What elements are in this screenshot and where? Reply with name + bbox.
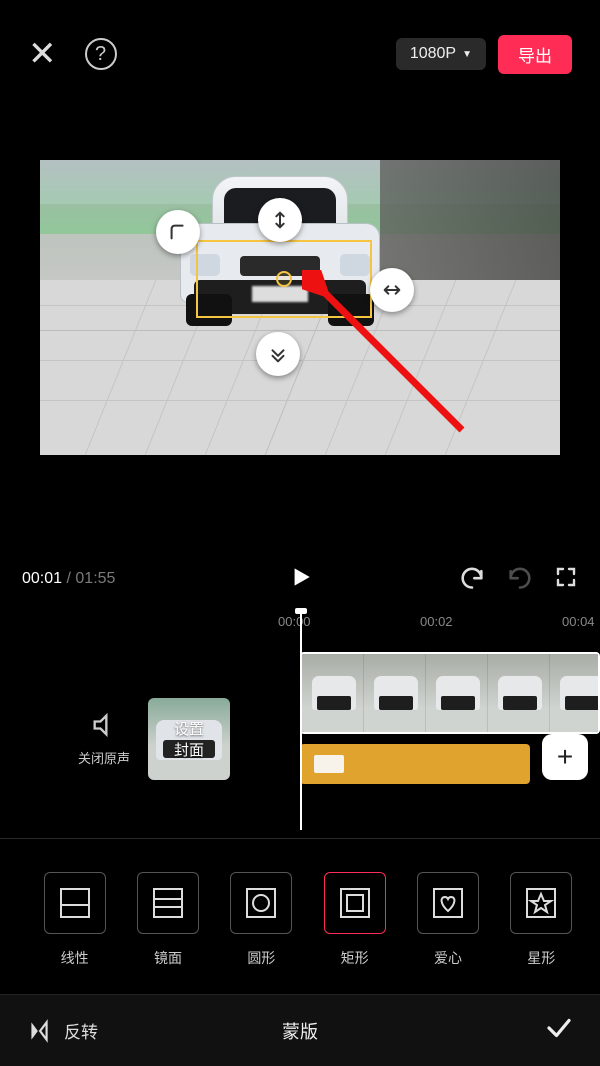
close-button[interactable]: ✕ [28,37,57,71]
mask-horizontal-handle[interactable] [370,268,414,312]
mask-shape-heart[interactable] [417,872,479,934]
mute-label: 关闭原声 [78,748,130,767]
divider [0,838,600,839]
playhead[interactable] [300,610,302,830]
mask-vertical-handle[interactable] [258,198,302,242]
redo-button[interactable] [506,563,534,596]
check-icon [544,1013,574,1043]
mask-shape-linear[interactable] [44,872,106,934]
mask-shape-rect[interactable] [324,872,386,934]
set-cover-button[interactable]: 设置 封面 [148,698,230,780]
resolution-dropdown[interactable]: 1080P ▼ [396,38,486,70]
mask-shape-mirror[interactable] [137,872,199,934]
video-clip-track[interactable] [300,652,600,734]
speaker-icon [90,711,118,739]
invert-mask-button[interactable]: 反转 [26,1018,98,1044]
shape-label: 星形 [527,948,555,968]
mask-shape-circle[interactable] [230,872,292,934]
invert-label: 反转 [64,1018,98,1043]
clip-thumbnail [426,654,488,732]
ruler-tick: 00:02 [420,614,453,629]
clip-thumbnail [364,654,426,732]
undo-button[interactable] [458,563,486,596]
mute-original-button[interactable]: 关闭原声 [78,711,130,767]
current-time: 00:01 [22,570,62,587]
mask-shape-toolbar: 线性 镜面 圆形 矩形 爱心 星形 [0,850,600,990]
effect-clip[interactable] [300,744,530,784]
total-time: 01:55 [75,570,115,587]
help-button[interactable]: ? [85,38,117,70]
shape-label: 镜面 [154,948,182,968]
confirm-button[interactable] [544,1013,574,1048]
effect-clip-thumb [314,755,344,773]
play-button[interactable] [287,564,313,595]
shape-label: 爱心 [434,948,462,968]
mirror-icon [26,1018,52,1044]
mask-rectangle[interactable] [196,240,372,318]
mask-center-handle[interactable] [276,271,292,287]
cover-label: 设置 封面 [174,718,204,760]
shape-label: 圆形 [247,948,275,968]
resolution-label: 1080P [410,45,456,63]
add-clip-button[interactable]: + [542,734,588,780]
mask-shape-star[interactable] [510,872,572,934]
mask-feather-handle[interactable] [256,332,300,376]
ruler-tick: 00:04 [562,614,595,629]
clip-thumbnail [550,654,600,732]
video-preview[interactable] [40,160,560,455]
chevron-down-icon: ▼ [462,49,472,60]
ruler-tick: 00:00 [278,614,311,629]
mask-rotate-handle[interactable] [156,210,200,254]
time-display: 00:01 / 01:55 [22,570,115,588]
export-button[interactable]: 导出 [498,35,572,74]
fullscreen-button[interactable] [554,565,578,594]
panel-title: 蒙版 [282,1018,318,1044]
shape-label: 线性 [61,948,89,968]
scene-building [380,160,560,290]
shape-label: 矩形 [341,948,369,968]
clip-thumbnail [488,654,550,732]
clip-thumbnail [302,654,364,732]
